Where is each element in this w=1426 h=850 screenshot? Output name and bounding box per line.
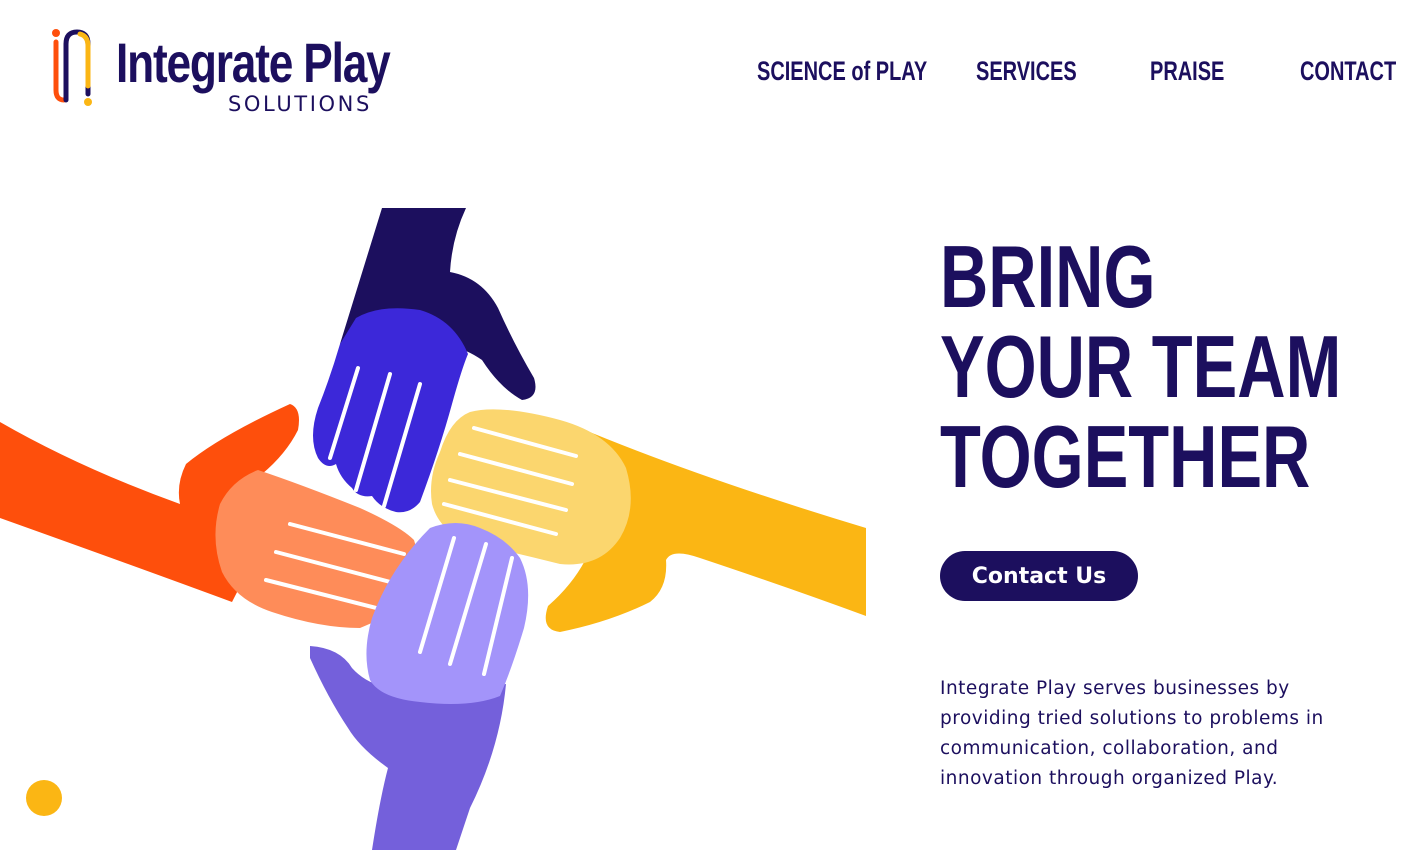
brand-subtitle: SOLUTIONS [228, 92, 372, 116]
hero-headline: BRING YOUR TEAM TOGETHER [940, 232, 1341, 502]
yellow-dot-icon [26, 780, 62, 816]
headline-line-2: YOUR TEAM [940, 317, 1342, 416]
hero-description: Integrate Play serves businesses by prov… [940, 678, 1324, 789]
page: Integrate Play SOLUTIONS SCIENCE of PLAY… [0, 0, 1426, 850]
headline-line-1: BRING [940, 227, 1156, 326]
team-hands-illustration [0, 208, 866, 850]
main-nav: SCIENCE of PLAY SERVICES PRAISE CONTACT [0, 56, 1426, 92]
headline-line-3: TOGETHER [940, 407, 1311, 506]
contact-us-button[interactable]: Contact Us [940, 551, 1138, 601]
nav-science-of-play[interactable]: SCIENCE of PLAY [757, 56, 927, 87]
nav-praise[interactable]: PRAISE [1150, 56, 1224, 87]
nav-services[interactable]: SERVICES [976, 56, 1077, 87]
nav-contact[interactable]: CONTACT [1300, 56, 1396, 87]
